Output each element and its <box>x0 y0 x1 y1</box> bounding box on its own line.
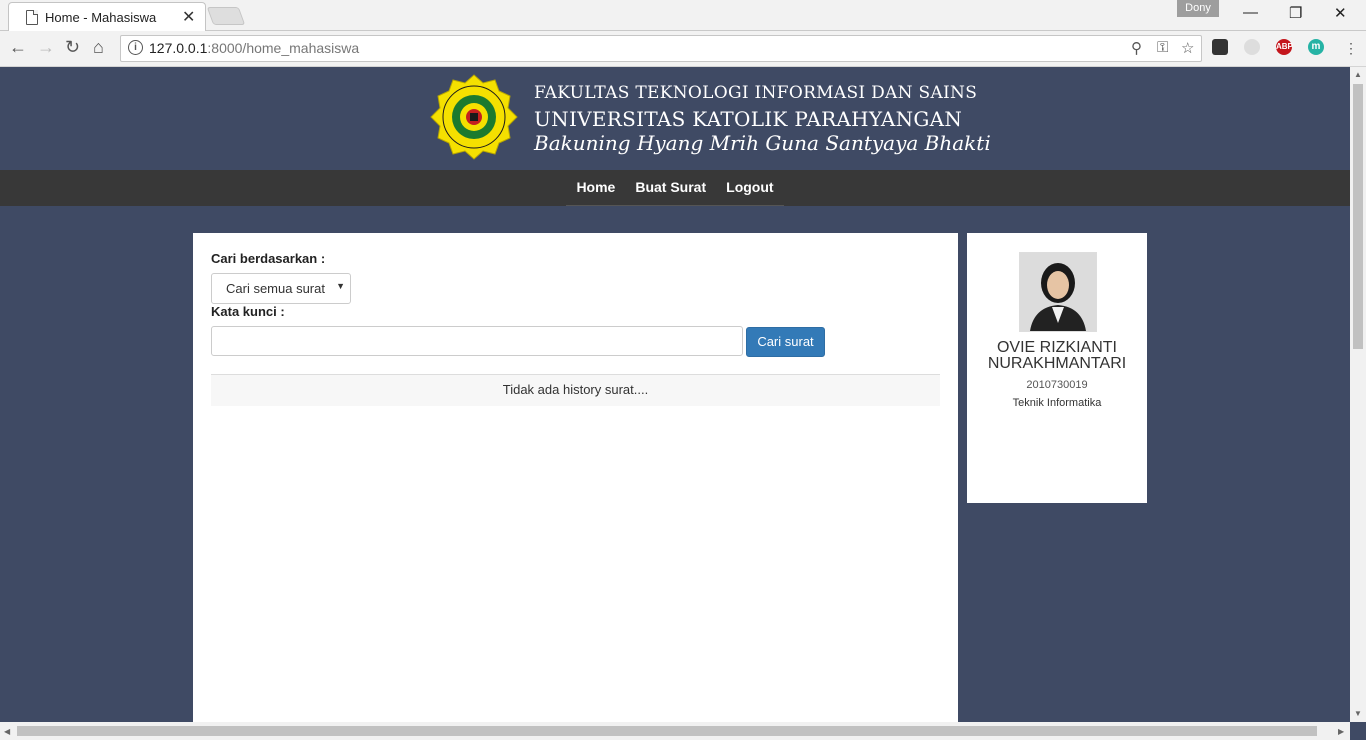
student-name-line1: OVIE RIZKIANTI <box>996 339 1117 356</box>
restore-icon[interactable]: ❐ <box>1289 4 1302 22</box>
extension-icon[interactable] <box>1212 39 1228 55</box>
new-tab-button[interactable] <box>206 7 246 25</box>
search-by-value: Cari semua surat <box>226 281 325 296</box>
dropdown-arrow-icon: ▼ <box>336 281 345 291</box>
profile-user-badge[interactable]: Dony <box>1177 0 1219 17</box>
forward-icon[interactable]: → <box>37 37 55 58</box>
student-name-line2: NURAKHMANTARI <box>987 355 1127 372</box>
browser-tabbar: Home - Mahasiswa ✕ Dony — ❐ ✕ <box>0 0 1366 31</box>
extension-m-icon[interactable]: m <box>1308 39 1324 55</box>
back-icon[interactable]: ← <box>9 37 27 58</box>
scroll-right-icon[interactable]: ▶ <box>1338 727 1344 736</box>
history-empty-message: Tidak ada history surat.... <box>211 374 940 406</box>
home-icon[interactable]: ⌂ <box>93 37 104 58</box>
window-close-icon[interactable]: ✕ <box>1334 4 1347 22</box>
url-path: :8000/home_mahasiswa <box>207 40 360 56</box>
search-extension-icon[interactable] <box>1244 39 1260 55</box>
profile-card: OVIE RIZKIANTI NURAKHMANTARI 2010730019 … <box>967 233 1147 503</box>
student-npm: 2010730019 <box>1026 379 1088 391</box>
search-panel: Cari berdasarkan : Cari semua surat ▼ Ka… <box>193 233 958 722</box>
faculty-name: FAKULTAS TEKNOLOGI INFORMASI DAN SAINS <box>534 83 978 103</box>
tab-title: Home - Mahasiswa <box>45 10 157 25</box>
bookmark-star-icon[interactable]: ☆ <box>1181 39 1194 57</box>
zoom-icon[interactable]: ⚲ <box>1131 39 1142 57</box>
browser-toolbar: ← → ↻ ⌂ i 127.0.0.1:8000/home_mahasiswa … <box>0 31 1366 67</box>
student-name: OVIE RIZKIANTI NURAKHMANTARI <box>967 340 1147 372</box>
nav-logout[interactable]: Logout <box>716 170 784 206</box>
tab-close-icon[interactable]: ✕ <box>182 7 195 27</box>
nav-home[interactable]: Home <box>566 170 626 206</box>
minimize-icon[interactable]: — <box>1243 4 1258 21</box>
info-icon[interactable]: i <box>128 40 143 55</box>
vertical-scrollbar[interactable]: ▲ ▼ <box>1350 67 1366 722</box>
page-viewport: FAKULTAS TEKNOLOGI INFORMASI DAN SAINS U… <box>0 67 1350 722</box>
keyword-input[interactable] <box>211 326 743 356</box>
header-banner: FAKULTAS TEKNOLOGI INFORMASI DAN SAINS U… <box>0 67 1350 170</box>
nav-menu: Home Buat Surat Logout <box>0 170 1350 206</box>
scroll-left-icon[interactable]: ◀ <box>4 727 10 736</box>
horizontal-scrollbar[interactable]: ◀ ▶ <box>0 722 1350 740</box>
search-button[interactable]: Cari surat <box>746 327 825 357</box>
university-logo <box>430 74 518 160</box>
scroll-down-icon[interactable]: ▼ <box>1354 709 1362 718</box>
search-by-select[interactable]: Cari semua surat ▼ <box>211 273 351 304</box>
main-navbar: Home Buat Surat Logout <box>0 170 1350 206</box>
scroll-up-icon[interactable]: ▲ <box>1354 70 1362 79</box>
key-icon[interactable]: ⚿ <box>1157 39 1168 56</box>
university-motto: Bakuning Hyang Mrih Guna Santyaya Bhakti <box>534 131 991 155</box>
address-bar[interactable]: i 127.0.0.1:8000/home_mahasiswa ⚲ ⚿ ☆ <box>120 35 1202 62</box>
menu-kebab-icon[interactable]: ⋮ <box>1344 40 1358 57</box>
university-name: UNIVERSITAS KATOLIK PARAHYANGAN <box>534 107 963 131</box>
student-major: Teknik Informatika <box>1012 397 1102 409</box>
adblock-icon[interactable]: ABP <box>1276 39 1293 55</box>
nav-buat-surat[interactable]: Buat Surat <box>625 170 717 206</box>
url-text[interactable]: 127.0.0.1:8000/home_mahasiswa <box>149 40 359 56</box>
browser-tab[interactable]: Home - Mahasiswa ✕ <box>8 2 206 31</box>
keyword-label: Kata kunci : <box>211 304 285 319</box>
search-by-label: Cari berdasarkan : <box>211 251 326 266</box>
horizontal-scroll-thumb[interactable] <box>17 726 1317 736</box>
vertical-scroll-thumb[interactable] <box>1353 84 1363 349</box>
page-icon <box>26 10 38 25</box>
profile-photo <box>1019 252 1097 332</box>
reload-icon[interactable]: ↻ <box>65 37 80 58</box>
url-host: 127.0.0.1 <box>149 40 208 56</box>
